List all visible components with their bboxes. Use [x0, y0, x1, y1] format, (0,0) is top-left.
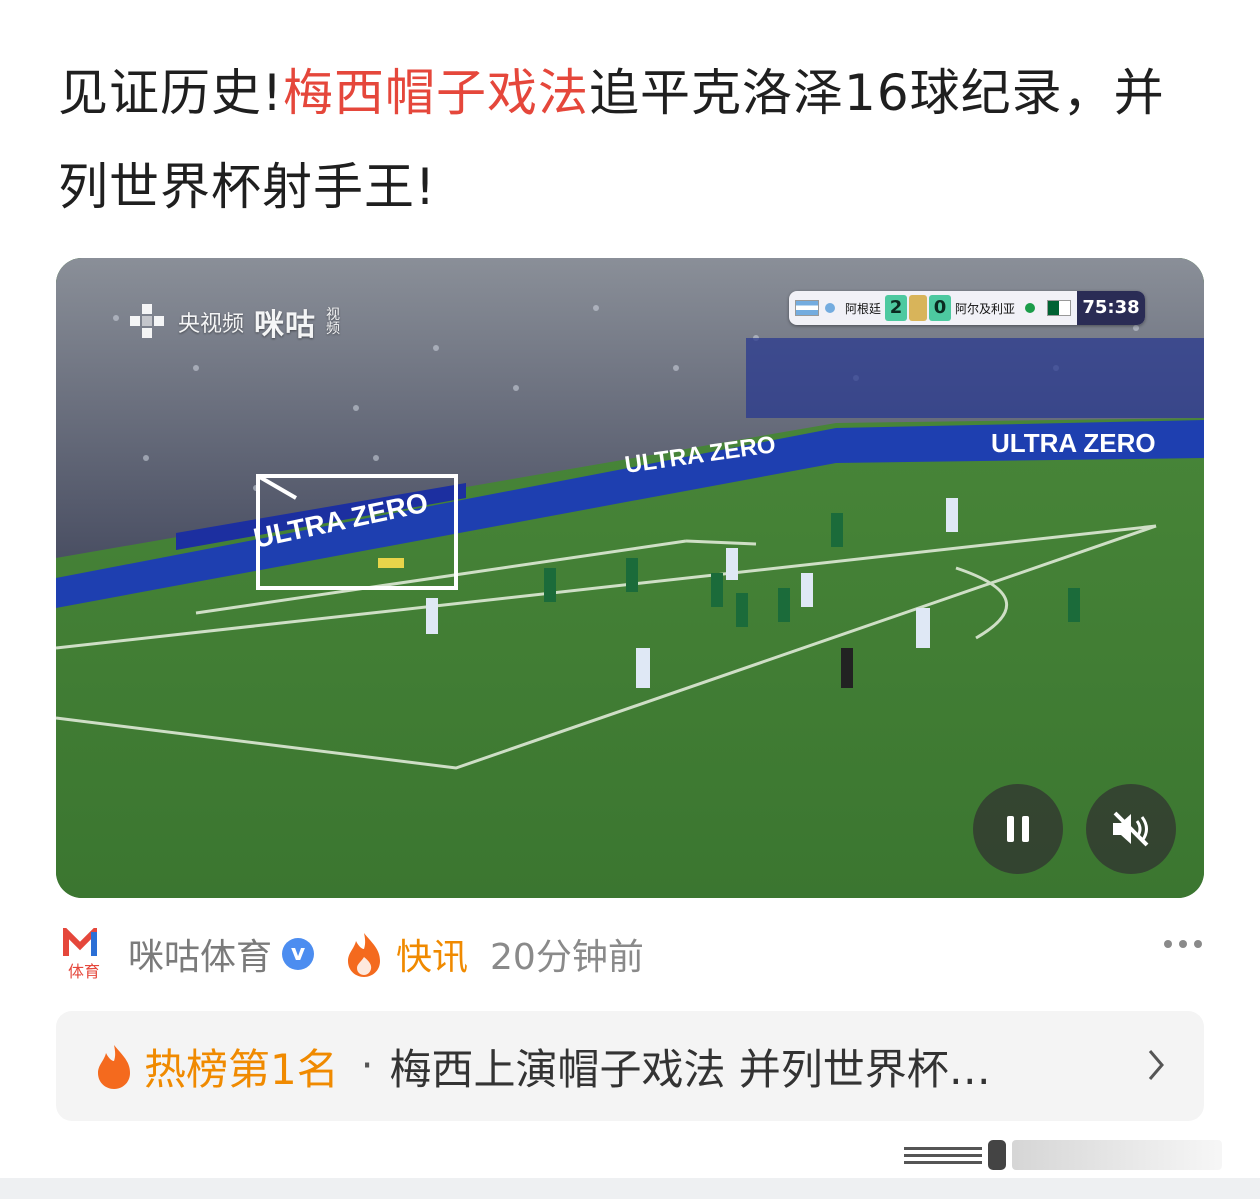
- title-part1: 见证历史!: [58, 64, 284, 122]
- home-score: 2: [885, 295, 908, 321]
- away-dot-icon: [1025, 303, 1036, 313]
- logo-text: 体育: [67, 962, 100, 981]
- hot-list-banner[interactable]: 热榜第1名 · 梅西上演帽子戏法 并列世界杯…: [56, 1011, 1204, 1121]
- bottom-handle: [904, 1140, 1222, 1170]
- hot-rank: 热榜第1名: [144, 1044, 339, 1094]
- pause-icon: [1007, 816, 1029, 842]
- migu-logo-icon[interactable]: 体育: [62, 924, 106, 981]
- algeria-flag-icon: [1047, 300, 1072, 316]
- match-clock: 75:38: [1077, 291, 1145, 325]
- title-highlight: 梅西帽子戏法: [283, 64, 590, 122]
- scoreboard-cup-icon: [909, 295, 928, 321]
- handle-ghost-bar: [1012, 1140, 1222, 1170]
- verified-icon: v: [282, 938, 315, 970]
- away-team: 阿尔及利亚: [955, 301, 1016, 316]
- more-icon[interactable]: [1164, 940, 1202, 948]
- video-watermark: 央视频 咪咕 视频: [128, 300, 342, 344]
- chevron-right-icon: [1148, 1050, 1164, 1080]
- fire-icon: [348, 933, 381, 977]
- hot-fire-icon: [98, 1045, 130, 1089]
- mute-icon: [1113, 811, 1149, 847]
- home-dot-icon: [825, 303, 835, 313]
- article-title: 见证历史!梅西帽子戏法追平克洛泽16球纪录，并列世界杯射手王!: [58, 46, 1208, 234]
- watermark-cctv: 央视频: [178, 312, 245, 337]
- hot-topic: 梅西上演帽子戏法 并列世界杯…: [389, 1044, 991, 1094]
- handle-lines-icon: [904, 1143, 982, 1168]
- mute-button[interactable]: [1086, 784, 1176, 874]
- article-meta: 体育 咪咕体育 v 快讯 20分钟前: [62, 922, 1202, 986]
- argentina-flag-icon: [795, 300, 819, 316]
- bottom-strip: [0, 1178, 1260, 1199]
- pause-button[interactable]: [973, 784, 1063, 874]
- scoreboard: 阿根廷 2 0 阿尔及利亚 75:38: [789, 291, 1145, 325]
- handle-pill-icon: [988, 1140, 1006, 1170]
- watermark-video: 视频: [326, 307, 341, 337]
- ad-board-right: ULTRA ZERO: [991, 428, 1156, 458]
- away-score: 0: [929, 295, 952, 321]
- watermark-migu: 咪咕: [254, 308, 317, 343]
- news-tag: 快讯: [396, 937, 469, 978]
- hot-separator: ·: [360, 1043, 374, 1089]
- home-team: 阿根廷: [845, 301, 882, 316]
- post-time: 20分钟前: [490, 937, 644, 978]
- video-player[interactable]: ULTRA ZERO ULTRA ZERO ULTRA ZERO 央视频 咪咕 …: [56, 258, 1204, 898]
- cctv-cube-icon: [130, 304, 164, 338]
- author-name[interactable]: 咪咕体育: [128, 928, 272, 980]
